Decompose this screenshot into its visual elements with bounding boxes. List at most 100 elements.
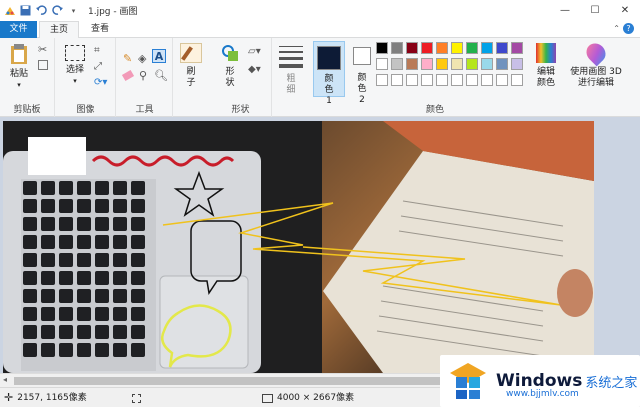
fill-shape-icon[interactable]: ◆▾	[248, 64, 261, 75]
collapse-ribbon-icon[interactable]: ⌃	[613, 24, 620, 33]
palette-swatch[interactable]	[376, 42, 388, 54]
resize-icon[interactable]: ⤢	[94, 61, 102, 72]
tab-view[interactable]: 查看	[83, 21, 117, 38]
redo-icon[interactable]	[51, 4, 64, 17]
window-title: 1.jpg - 画图	[88, 7, 138, 17]
help-icon[interactable]: ?	[623, 23, 634, 34]
select-button[interactable]: 选择 ▾	[61, 43, 89, 87]
paste-button[interactable]: 粘贴 ▾	[6, 43, 32, 91]
fill-icon[interactable]: ◈	[138, 52, 146, 65]
palette-swatch[interactable]	[511, 74, 523, 86]
clipboard-icon	[11, 44, 27, 64]
brushes-label: 刷子	[186, 67, 196, 88]
copy-icon[interactable]	[38, 60, 48, 70]
white-rectangle	[28, 137, 86, 175]
palette-swatch[interactable]	[481, 58, 493, 70]
palette-swatch[interactable]	[496, 74, 508, 86]
image-size-icon	[262, 393, 273, 403]
select-label: 选择	[65, 65, 84, 75]
pencil-icon[interactable]: ✎	[123, 52, 132, 65]
group-colors: 颜色 1 颜色 2 编辑颜色 使用画图 3D 进行编辑 颜色	[310, 38, 640, 117]
scroll-left-icon[interactable]: ◂	[3, 375, 7, 384]
cursor-position: ✛ 2157, 1165像素	[4, 388, 87, 408]
text-icon[interactable]: A	[152, 49, 166, 63]
undo-icon[interactable]	[35, 4, 48, 17]
palette-swatch[interactable]	[511, 58, 523, 70]
palette-swatch[interactable]	[391, 58, 403, 70]
title-bar: ▾ 1.jpg - 画图 — ☐ ✕	[0, 0, 640, 21]
palette-swatch[interactable]	[421, 58, 433, 70]
size-label: 粗细	[286, 74, 296, 95]
paint-app-icon	[3, 4, 16, 17]
ribbon: 粘贴 ▾ ✂ 剪贴板 选择 ▾ ⌗ ⤢ ⟳▾ 图像 ✎ ◈ A ⚲ 🔍︎ 工具 …	[0, 38, 640, 117]
palette-swatch[interactable]	[496, 58, 508, 70]
watermark-suffix: 系统之家	[585, 375, 638, 391]
brushes-button[interactable]: 刷子	[176, 43, 206, 89]
palette-swatch[interactable]	[481, 42, 493, 54]
eraser-icon[interactable]	[121, 69, 135, 82]
edit-colors-icon	[536, 43, 556, 63]
palette-swatch[interactable]	[391, 74, 403, 86]
colors-group-label: 颜色	[425, 105, 444, 115]
color-picker-icon[interactable]: ⚲	[139, 69, 147, 82]
photo-drawing	[3, 121, 594, 373]
palette-swatch[interactable]	[466, 58, 478, 70]
crop-icon[interactable]: ⌗	[94, 45, 100, 56]
palette-swatch[interactable]	[436, 58, 448, 70]
image-canvas[interactable]	[3, 121, 594, 373]
outline-icon[interactable]: ▱▾	[248, 46, 261, 57]
paint3d-button[interactable]: 使用画图 3D 进行编辑	[566, 39, 626, 89]
palette-swatch[interactable]	[391, 42, 403, 54]
palette-swatch[interactable]	[511, 42, 523, 54]
shapes-group-label: 形状	[231, 105, 250, 115]
rotate-icon[interactable]: ⟳▾	[94, 77, 107, 88]
paste-label: 粘贴	[9, 69, 28, 79]
size-button[interactable]: 粗细	[277, 43, 305, 96]
edit-colors-label: 编辑颜色	[536, 67, 555, 88]
color2-swatch	[353, 47, 371, 65]
hand	[557, 269, 593, 317]
palette-swatch[interactable]	[451, 42, 463, 54]
selection-size	[132, 388, 141, 408]
cursor-position-text: 2157, 1165像素	[17, 393, 87, 403]
palette-swatch[interactable]	[406, 42, 418, 54]
ribbon-tab-row: 文件 主页 查看 ⌃ ?	[0, 21, 640, 39]
palette-swatch[interactable]	[406, 58, 418, 70]
palette-swatch[interactable]	[421, 42, 433, 54]
save-icon[interactable]	[19, 4, 32, 17]
color1-button[interactable]: 颜色 1	[313, 41, 345, 106]
group-shapes: 形状 ▱▾ ◆▾ 形状	[210, 38, 272, 117]
watermark-url: www.bjjmlv.com	[506, 389, 579, 399]
color2-button[interactable]: 颜色 2	[348, 41, 376, 106]
brush-icon	[180, 43, 202, 63]
minimize-button[interactable]: —	[550, 0, 580, 21]
tab-file[interactable]: 文件	[0, 21, 37, 38]
maximize-button[interactable]: ☐	[580, 0, 610, 21]
line-width-icon	[279, 46, 303, 68]
close-button[interactable]: ✕	[610, 0, 640, 21]
shapes-icon	[220, 43, 240, 63]
palette-swatch[interactable]	[451, 74, 463, 86]
shapes-button[interactable]: 形状	[218, 43, 242, 89]
palette-swatch[interactable]	[481, 74, 493, 86]
palette-swatch[interactable]	[436, 42, 448, 54]
palette-swatch[interactable]	[496, 42, 508, 54]
cursor-icon: ✛	[4, 391, 14, 404]
paint3d-label: 使用画图 3D 进行编辑	[570, 67, 622, 88]
paint3d-icon	[582, 39, 610, 67]
canvas-area[interactable]	[0, 117, 640, 373]
palette-swatch[interactable]	[466, 74, 478, 86]
palette-swatch[interactable]	[376, 58, 388, 70]
tools-group-label: 工具	[135, 105, 154, 115]
palette-swatch[interactable]	[421, 74, 433, 86]
palette-swatch[interactable]	[466, 42, 478, 54]
edit-colors-button[interactable]: 编辑颜色	[534, 43, 558, 89]
tab-home[interactable]: 主页	[39, 21, 79, 39]
palette-swatch[interactable]	[376, 74, 388, 86]
palette-swatch[interactable]	[436, 74, 448, 86]
magnifier-icon[interactable]: 🔍︎	[154, 69, 168, 82]
cut-icon[interactable]: ✂	[38, 43, 47, 56]
customize-quick-access-icon[interactable]: ▾	[67, 4, 80, 17]
palette-swatch[interactable]	[451, 58, 463, 70]
palette-swatch[interactable]	[406, 74, 418, 86]
